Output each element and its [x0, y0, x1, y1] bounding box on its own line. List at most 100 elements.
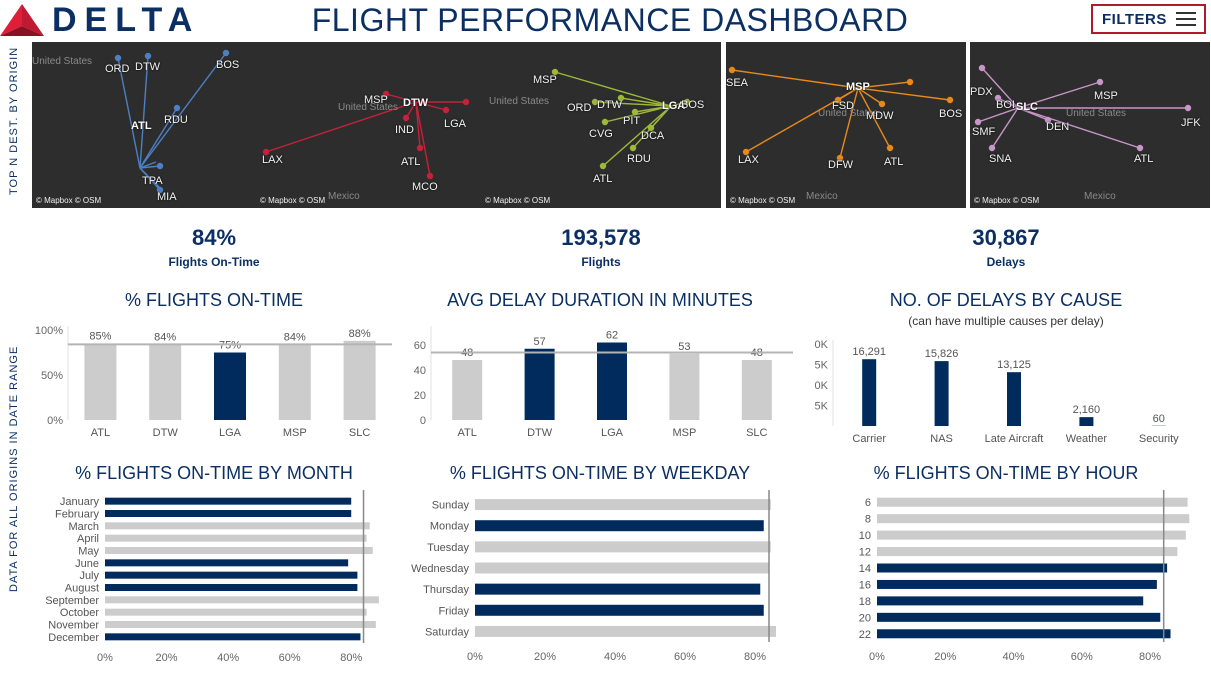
y-tick-label: Thursday: [423, 584, 469, 596]
y-tick-label: 12: [859, 547, 871, 559]
bar: [669, 353, 700, 420]
route-map-dtw[interactable]: United States Mexico MSP DTW LGA IND LAX…: [256, 42, 496, 208]
x-tick-label: 80%: [744, 651, 766, 663]
chart-avg-delay-duration[interactable]: 020406048ATL57DTW62LGA53MSP48SLC: [405, 320, 800, 452]
bar: [475, 562, 769, 574]
y-tick-label: July: [79, 570, 99, 582]
bar-value-label: 13,125: [997, 359, 1031, 371]
map-attribution: © Mapbox © OSM: [974, 196, 1040, 205]
y-tick-label: 10: [859, 530, 871, 542]
map-origin-label: SLC: [1016, 101, 1038, 113]
map-city-label: SNA: [989, 153, 1012, 165]
chart-ontime-by-hour[interactable]: 6 8 10 12 14 16 18 20 22 0% 20% 40% 60% 80%: [815, 490, 1200, 665]
map-city-label: ATL: [884, 156, 904, 168]
y-tick-label: 20: [859, 612, 871, 624]
x-tick-label: DTW: [153, 427, 179, 439]
kpi-value: 84%: [191, 225, 237, 250]
map-city-label: TPA: [142, 175, 163, 187]
x-tick-label: 0%: [869, 651, 885, 663]
bar: [475, 583, 761, 595]
chart-ontime-by-origin[interactable]: 0% 50% 100% 85% ATL 84% DTW 75% LGA 84% MSP 88% SLC: [30, 320, 400, 452]
kpi-flights: 193,578 Flights: [501, 225, 701, 269]
map-city-label: MSP: [533, 74, 557, 86]
bar: [105, 571, 358, 579]
map-city-label: DEN: [1046, 121, 1070, 133]
y-tick-label: Sunday: [432, 500, 470, 512]
chart-title-hour: % FLIGHTS ON-TIME BY HOUR: [873, 463, 1139, 483]
x-tick-label: 20%: [934, 651, 956, 663]
map-city-label: LGA: [444, 118, 467, 130]
y-tick-label: 40: [414, 365, 426, 377]
chart-ontime-by-weekday[interactable]: Sunday Monday Tuesday Wednesday Thursday Frid…: [405, 490, 800, 665]
bar-value-label: 84%: [284, 331, 306, 343]
route-map-msp[interactable]: United States Mexico SEA MSP FSD MDW BOS…: [726, 42, 966, 208]
bar: [877, 596, 1144, 606]
y-tick-label: 5K: [815, 401, 829, 413]
chart-title-weekday: % FLIGHTS ON-TIME BY WEEKDAY: [449, 463, 751, 483]
map-city-label: MCO: [412, 181, 438, 193]
y-tick-label: 0: [420, 415, 426, 427]
bar: [278, 344, 311, 420]
map-city-label: ATL: [1134, 153, 1154, 165]
x-tick-label: Weather: [1066, 433, 1108, 445]
map-city-label: FSD: [832, 100, 854, 112]
map-city-label: RDU: [627, 153, 651, 165]
x-tick-label: 40%: [604, 651, 626, 663]
x-tick-label: LGA: [219, 427, 242, 439]
x-tick-label: Late Aircraft: [985, 433, 1044, 445]
x-tick-label: ATL: [458, 427, 477, 439]
map-city-label: PDX: [970, 86, 993, 98]
y-tick-label: Tuesday: [427, 542, 469, 554]
map-city-label: ATL: [593, 173, 613, 185]
x-tick-label: Carrier: [852, 433, 886, 445]
bar: [934, 361, 949, 426]
bar: [475, 499, 771, 511]
y-tick-label: 14: [859, 563, 871, 575]
bar: [452, 360, 483, 420]
map-city-label: SMF: [972, 126, 996, 138]
y-tick-label: June: [75, 558, 99, 570]
y-tick-label: 20K: [815, 339, 829, 351]
map-city-label: DTW: [135, 61, 161, 73]
x-tick-label: 80%: [1139, 651, 1161, 663]
bar: [877, 612, 1161, 622]
bar: [105, 534, 367, 542]
y-tick-label: April: [77, 533, 99, 545]
bar: [524, 348, 555, 420]
map-city-label: MSP: [364, 94, 388, 106]
map-city-label: IND: [395, 124, 414, 136]
map-geo-label: United States: [489, 96, 550, 107]
map-city-label: RDU: [164, 114, 188, 126]
bar: [877, 530, 1186, 540]
bar: [877, 629, 1171, 639]
bar: [877, 497, 1188, 507]
x-tick-label: 0%: [467, 651, 483, 663]
chart-delays-by-cause[interactable]: 5K 10K 15K 20K 16,291 Carrier 15,826 NAS 13,125 L…: [815, 334, 1200, 452]
x-tick-label: 80%: [340, 652, 362, 664]
map-geo-label: Mexico: [1084, 191, 1116, 202]
bar-value-label: 84%: [154, 331, 176, 343]
route-map-slc[interactable]: United States Mexico PDX BOI SLC MSP SMF…: [970, 42, 1210, 208]
filters-button[interactable]: FILTERS: [1091, 4, 1206, 34]
bar: [105, 510, 352, 517]
bar: [877, 563, 1168, 573]
delta-wordmark: DELTA: [52, 1, 201, 39]
map-city-label: LAX: [262, 154, 283, 166]
y-tick-label: August: [65, 583, 99, 595]
map-city-label: DFW: [828, 159, 854, 171]
bar: [475, 520, 764, 532]
route-lines-slc: [974, 64, 1192, 152]
y-tick-label: 8: [865, 514, 871, 526]
map-attribution: © Mapbox © OSM: [485, 196, 551, 205]
bar: [475, 541, 771, 553]
map-city-label: ORD: [105, 63, 130, 75]
chart-ontime-by-month[interactable]: JanuaryFebruaryMarchAprilMayJuneJulyAugu…: [30, 490, 400, 665]
y-tick-label: November: [48, 620, 99, 632]
x-tick-label: 40%: [217, 652, 239, 664]
map-origin-label: DTW: [403, 97, 429, 109]
map-city-label: MSP: [1094, 90, 1118, 102]
bar: [475, 604, 764, 616]
route-map-atl[interactable]: United States ORD DTW BOS ATL RDU TPA MI…: [32, 42, 272, 208]
map-city-label: ATL: [401, 156, 421, 168]
route-map-lga[interactable]: United States MSP ORD DTW LGA BOS PIT CV…: [481, 42, 721, 208]
